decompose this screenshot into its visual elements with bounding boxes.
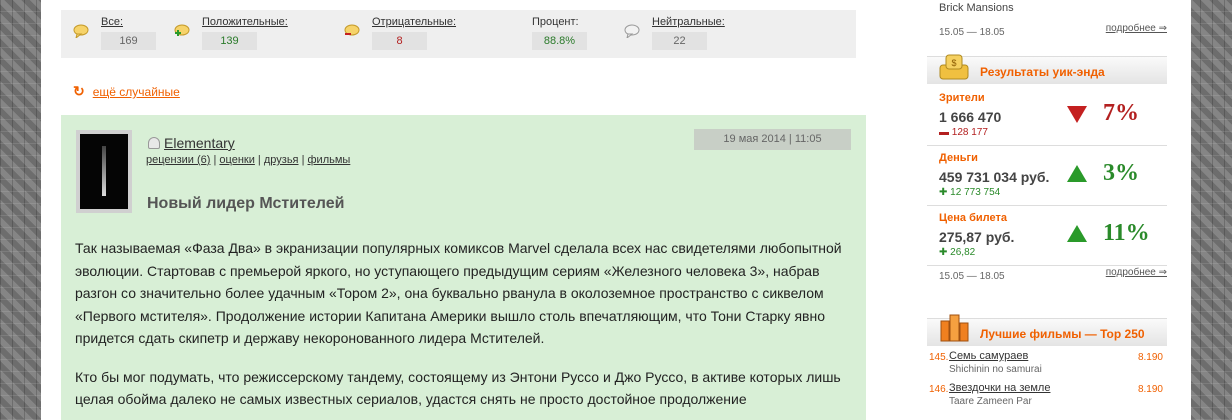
author-reviews-link[interactable]: рецензии (6) — [146, 154, 210, 166]
page: Все: 169 Положительные: 139 Отрицательны… — [41, 0, 1191, 420]
arrow-down-icon — [1067, 106, 1087, 123]
date-range: 15.05 — 18.05 — [939, 271, 1005, 282]
weekend-row-viewers: Зрители 1 666 470 ▬ 128 177 7% — [927, 86, 1167, 146]
avatar-image — [80, 134, 128, 209]
stat-neutral-value: 22 — [652, 32, 707, 50]
svg-text:$: $ — [951, 58, 956, 68]
top-film-rating: 8.190 — [1137, 384, 1163, 395]
stat-negative-link[interactable]: Отрицательные: — [372, 16, 456, 28]
weekend-value: 1 666 470 — [939, 109, 1002, 125]
more-link[interactable]: подробнее ⇒ — [1106, 23, 1167, 34]
weekend-percent: 3% — [1103, 160, 1139, 186]
negative-bubble-icon — [344, 24, 360, 36]
stat-negative-value: 8 — [372, 32, 427, 50]
stat-neutral: Нейтральные: 22 — [624, 16, 725, 50]
review-card: Elementary рецензии (6) | оценки | друзь… — [61, 115, 866, 420]
stat-all-value: 169 — [101, 32, 156, 50]
stat-positive-link[interactable]: Положительные: — [202, 16, 288, 28]
top250-title: Лучшие фильмы — Top 250 — [980, 327, 1145, 341]
top250-header: Лучшие фильмы — Top 250 — [927, 314, 1167, 346]
stat-positive-value: 139 — [202, 32, 257, 50]
stat-all: Все: 169 — [73, 16, 156, 50]
date-row: 15.05 — 18.05 подробнее ⇒ — [939, 267, 1167, 282]
author-ratings-link[interactable]: оценки — [219, 154, 254, 166]
more-link[interactable]: подробнее ⇒ — [1106, 267, 1167, 278]
random-reviews: ↻ ещё случайные — [73, 83, 180, 100]
date-row: 15.05 — 18.05 подробнее ⇒ — [939, 23, 1167, 38]
author-films-link[interactable]: фильмы — [308, 154, 351, 166]
stat-positive: Положительные: 139 — [174, 16, 288, 50]
weekend-value: 275,87 руб. — [939, 229, 1015, 245]
stat-negative: Отрицательные: 8 — [344, 16, 456, 50]
stat-percent-label: Процент: — [532, 16, 579, 28]
refresh-icon[interactable]: ↻ — [73, 83, 85, 99]
weekend-delta: ✚ 12 773 754 — [939, 187, 1001, 198]
review-author: Elementary — [148, 135, 235, 151]
review-title: Новый лидер Мстителей — [147, 195, 345, 212]
weekend-row-money: Деньги 459 731 034 руб. ✚ 12 773 754 3% — [927, 146, 1167, 206]
weekend-results: Зрители 1 666 470 ▬ 128 177 7% Деньги 45… — [927, 86, 1167, 266]
money-bag-icon: $ — [939, 54, 969, 80]
weekend-header: $ Результаты уик-энда — [927, 54, 1167, 84]
arrow-up-icon — [1067, 165, 1087, 182]
top-film-original: Shichinin no samurai — [949, 364, 1042, 375]
neutral-bubble-icon — [624, 24, 640, 38]
castle-icon — [940, 314, 969, 342]
top-rank: 146. — [929, 384, 949, 395]
speech-bubble-icon — [73, 24, 89, 38]
weekend-key: Цена билета — [939, 212, 1007, 224]
weekend-delta-value: 12 773 754 — [950, 187, 1001, 198]
top-film-link[interactable]: Семь самураев — [949, 350, 1028, 362]
stat-percent: Процент: 88.8% — [532, 16, 587, 50]
top-film-rating: 8.190 — [1137, 352, 1163, 363]
list-item: 146. Звездочки на земле Taare Zameen Par… — [927, 382, 1167, 414]
top-film-original: Taare Zameen Par — [949, 396, 1032, 407]
review-body: Так называемая «Фаза Два» в экранизации … — [75, 237, 855, 420]
stat-percent-value: 88.8% — [532, 32, 587, 50]
review-paragraph: Кто бы мог подумать, что режиссерскому т… — [75, 368, 841, 408]
user-avatar[interactable] — [76, 130, 132, 213]
weekend-delta-value: 128 177 — [951, 127, 988, 138]
weekend-key: Деньги — [939, 152, 978, 164]
random-reviews-link[interactable]: ещё случайные — [93, 85, 180, 99]
review-date: 19 мая 2014 | 11:05 — [694, 129, 851, 150]
top250-list: 145. Семь самураев Shichinin no samurai … — [927, 350, 1167, 414]
weekend-delta: ▬ 128 177 — [939, 127, 988, 138]
author-friends-link[interactable]: друзья — [264, 154, 299, 166]
weekend-delta-value: 26,82 — [950, 247, 976, 258]
weekend-title: Результаты уик-энда — [980, 65, 1105, 79]
top-rank: 145. — [929, 352, 949, 363]
user-icon — [148, 137, 160, 149]
date-range: 15.05 — 18.05 — [939, 27, 1005, 38]
weekend-delta: ✚ 26,82 — [939, 247, 976, 258]
positive-bubble-icon — [174, 24, 190, 36]
author-link[interactable]: Elementary — [164, 135, 235, 151]
weekend-percent: 11% — [1103, 220, 1150, 246]
weekend-row-ticket-price: Цена билета 275,87 руб. ✚ 26,82 11% — [927, 206, 1167, 266]
review-stats-bar: Все: 169 Положительные: 139 Отрицательны… — [61, 10, 856, 58]
top-film-link[interactable]: Звездочки на земле — [949, 382, 1050, 394]
stat-all-link[interactable]: Все: — [101, 16, 156, 28]
list-item: 145. Семь самураев Shichinin no samurai … — [927, 350, 1167, 382]
weekend-key: Зрители — [939, 92, 985, 104]
weekend-percent: 7% — [1103, 100, 1139, 126]
weekend-value: 459 731 034 руб. — [939, 169, 1050, 185]
author-links: рецензии (6) | оценки | друзья | фильмы — [146, 154, 351, 166]
review-paragraph: Так называемая «Фаза Два» в экранизации … — [75, 240, 842, 346]
stat-neutral-link[interactable]: Нейтральные: — [652, 16, 725, 28]
arrow-up-icon — [1067, 225, 1087, 242]
prev-list-item[interactable]: Brick Mansions — [939, 2, 1014, 14]
